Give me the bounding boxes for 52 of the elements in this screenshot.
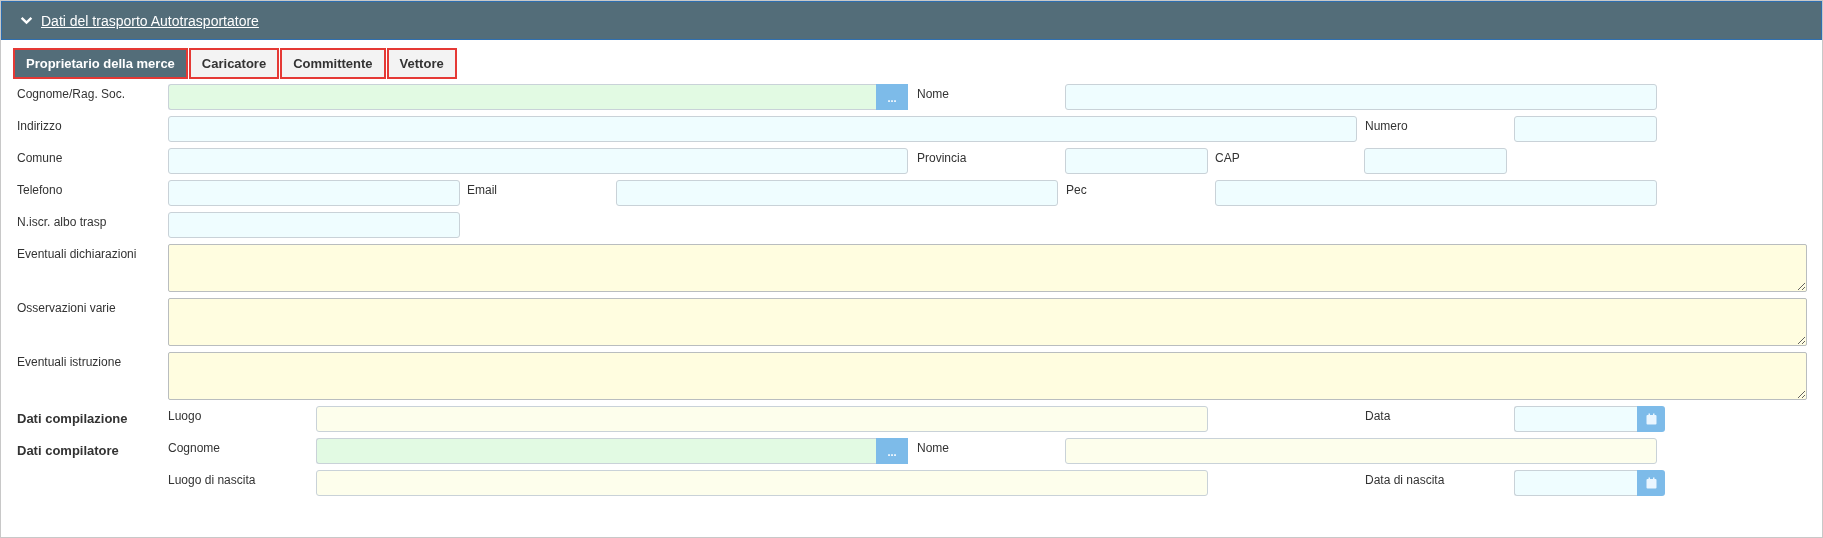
date-field[interactable] [1514,470,1637,496]
tab[interactable]: Vettore [386,48,457,79]
calendar-button[interactable] [1637,470,1665,496]
field-label: N.iscr. albo trasp [17,214,108,229]
group-label: Dati compilazione [17,410,129,426]
input-field[interactable] [316,406,1208,432]
field-label: Data di nascita [1365,472,1446,487]
field-label: Cognome/Rag. Soc. [17,86,127,101]
field-label: CAP [1215,150,1241,165]
field-label: Osservazioni varie [17,300,117,315]
field-label: Telefono [17,182,64,197]
field-label: Email [467,182,498,197]
input-field[interactable] [316,470,1208,496]
field-label: Eventuali dichiarazioni [17,246,138,261]
input-field[interactable] [168,180,460,206]
tab[interactable]: Proprietario della merce [13,48,188,79]
input-field[interactable] [1364,148,1507,174]
input-field[interactable] [616,180,1058,206]
field-label: Nome [917,440,950,455]
field-label: Indirizzo [17,118,63,133]
input-field[interactable] [1514,116,1657,142]
input-field[interactable] [168,212,460,238]
input-field[interactable] [316,438,876,464]
panel-title[interactable]: Dati del trasporto Autotrasportatore [41,12,259,29]
field-label: Numero [1365,118,1409,133]
tab[interactable]: Caricatore [188,48,280,79]
field-label: Data [1365,408,1392,423]
input-field[interactable] [168,148,908,174]
text-area[interactable] [168,244,1807,292]
field-label: Pec [1066,182,1088,197]
group-label: Dati compilatore [17,442,120,458]
calendar-icon [1645,477,1657,489]
input-field[interactable] [1215,180,1657,206]
tab[interactable]: Committente [280,48,386,79]
field-label: Provincia [917,150,968,165]
field-label: Luogo [168,408,203,423]
field-label: Nome [917,86,950,101]
date-field[interactable] [1514,406,1637,432]
input-field[interactable] [168,84,876,110]
field-label: Cognome [168,440,222,455]
input-field[interactable] [1065,148,1208,174]
text-area[interactable] [168,352,1807,400]
input-field[interactable] [1065,438,1657,464]
field-label: Luogo di nascita [168,472,257,487]
text-area[interactable] [168,298,1807,346]
field-label: Comune [17,150,64,165]
panel-header[interactable]: Dati del trasporto Autotrasportatore [1,1,1822,40]
calendar-icon [1645,413,1657,425]
input-field[interactable] [1065,84,1657,110]
field-label: Eventuali istruzione [17,354,123,369]
input-field[interactable] [168,116,1357,142]
calendar-button[interactable] [1637,406,1665,432]
